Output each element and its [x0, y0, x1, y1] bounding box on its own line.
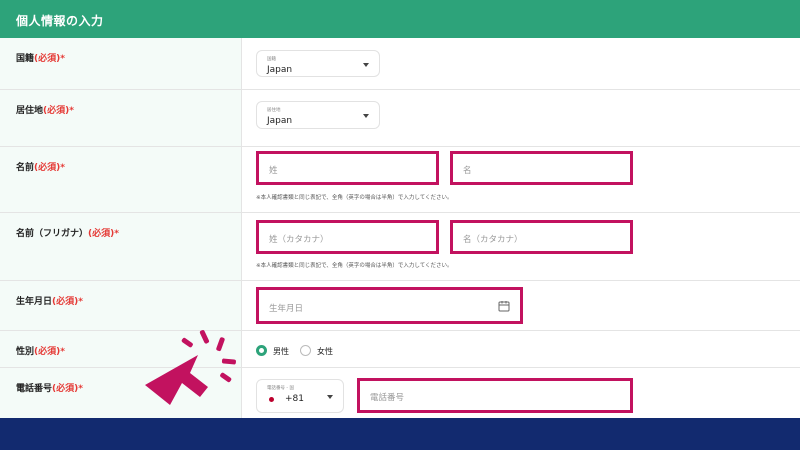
row-gender: 性別(必須)* 男性 女性 — [0, 331, 800, 368]
nationality-select[interactable]: 国籍 Japan — [256, 50, 380, 77]
chevron-down-icon — [363, 114, 369, 118]
row-phone: 電話番号(必須)* 電話番号 - 国 +81 電話番号 — [0, 368, 800, 418]
row-residence: 居住地(必須)* 居住地 Japan — [0, 90, 800, 147]
last-name-kana-input[interactable]: 姓（カタカナ） — [256, 220, 439, 254]
row-name-kana: 名前（フリガナ）(必須)* 姓（カタカナ） 名（カタカナ） ※本人確認書類と同じ… — [0, 213, 800, 281]
phone-number-input[interactable]: 電話番号 — [357, 378, 633, 413]
calendar-icon[interactable] — [498, 300, 510, 312]
section-title: 個人情報の入力 — [16, 14, 104, 28]
residence-select[interactable]: 居住地 Japan — [256, 101, 380, 129]
name-kana-label: 名前（フリガナ）(必須)* — [16, 229, 119, 239]
gender-male-label[interactable]: 男性 — [273, 346, 289, 357]
click-pointer-icon — [145, 330, 236, 405]
gender-male-radio[interactable] — [256, 345, 267, 356]
chevron-down-icon — [363, 63, 369, 67]
birthdate-input[interactable]: 生年月日 — [256, 287, 523, 324]
name-note: ※本人確認書類と同じ表記で、全角（英字の場合は半角）で入力してください。 — [256, 195, 453, 201]
phone-label: 電話番号(必須)* — [16, 384, 83, 394]
birthdate-label: 生年月日(必須)* — [16, 297, 83, 307]
section-header: 個人情報の入力 — [0, 0, 800, 38]
footer-band — [0, 418, 800, 450]
japan-flag-icon — [269, 397, 274, 402]
row-birthdate: 生年月日(必須)* 生年月日 — [0, 281, 800, 331]
name-kana-note: ※本人確認書類と同じ表記で、全角（英字の場合は半角）で入力してください。 — [256, 263, 453, 269]
nationality-label: 国籍(必須)* — [16, 54, 65, 64]
gender-female-label[interactable]: 女性 — [317, 346, 333, 357]
chevron-down-icon — [327, 395, 333, 399]
row-nationality: 国籍(必須)* 国籍 Japan — [0, 38, 800, 90]
last-name-input[interactable]: 姓 — [256, 151, 439, 185]
residence-label: 居住地(必須)* — [16, 106, 74, 116]
personal-info-form: 国籍(必須)* 国籍 Japan 居住地(必須)* 居住地 Japan 名前(必… — [0, 38, 800, 418]
gender-label: 性別(必須)* — [16, 347, 65, 357]
gender-female-radio[interactable] — [300, 345, 311, 356]
row-name: 名前(必須)* 姓 名 ※本人確認書類と同じ表記で、全角（英字の場合は半角）で入… — [0, 147, 800, 213]
first-name-kana-input[interactable]: 名（カタカナ） — [450, 220, 633, 254]
country-code-select[interactable]: 電話番号 - 国 +81 — [256, 379, 344, 413]
first-name-input[interactable]: 名 — [450, 151, 633, 185]
name-label: 名前(必須)* — [16, 163, 65, 173]
